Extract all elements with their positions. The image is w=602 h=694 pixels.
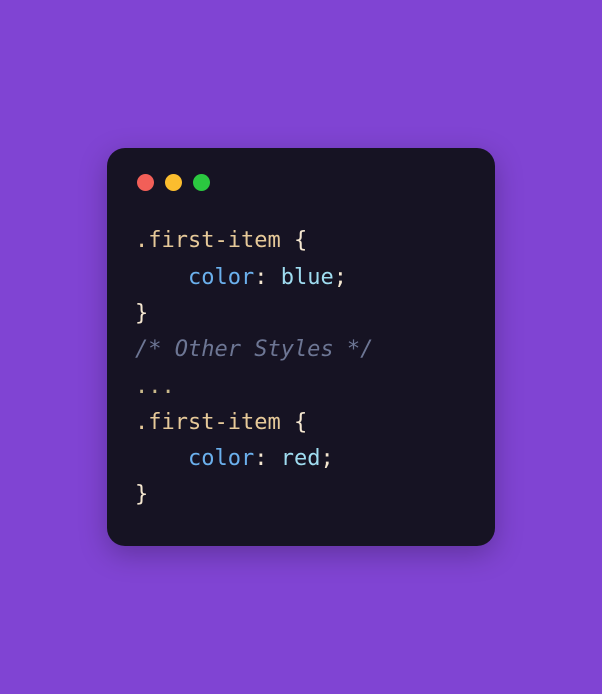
- brace-open: {: [281, 228, 308, 253]
- window-controls: [137, 174, 467, 191]
- brace-close: }: [135, 482, 148, 507]
- ellipsis: ...: [135, 374, 175, 399]
- minimize-icon[interactable]: [165, 174, 182, 191]
- css-selector: .first-item: [135, 228, 281, 253]
- css-property: color: [188, 265, 254, 290]
- semicolon: ;: [334, 265, 347, 290]
- maximize-icon[interactable]: [193, 174, 210, 191]
- code-block: .first-item { color: blue; } /* Other St…: [135, 223, 467, 513]
- css-property: color: [188, 446, 254, 471]
- css-value: blue: [281, 265, 334, 290]
- colon: :: [254, 446, 281, 471]
- close-icon[interactable]: [137, 174, 154, 191]
- brace-close: }: [135, 301, 148, 326]
- code-editor-window: .first-item { color: blue; } /* Other St…: [107, 148, 495, 545]
- css-value: red: [281, 446, 321, 471]
- indent: [135, 265, 188, 290]
- colon: :: [254, 265, 281, 290]
- indent: [135, 446, 188, 471]
- semicolon: ;: [320, 446, 333, 471]
- css-selector: .first-item: [135, 410, 281, 435]
- brace-open: {: [281, 410, 308, 435]
- css-comment: /* Other Styles */: [135, 337, 373, 362]
